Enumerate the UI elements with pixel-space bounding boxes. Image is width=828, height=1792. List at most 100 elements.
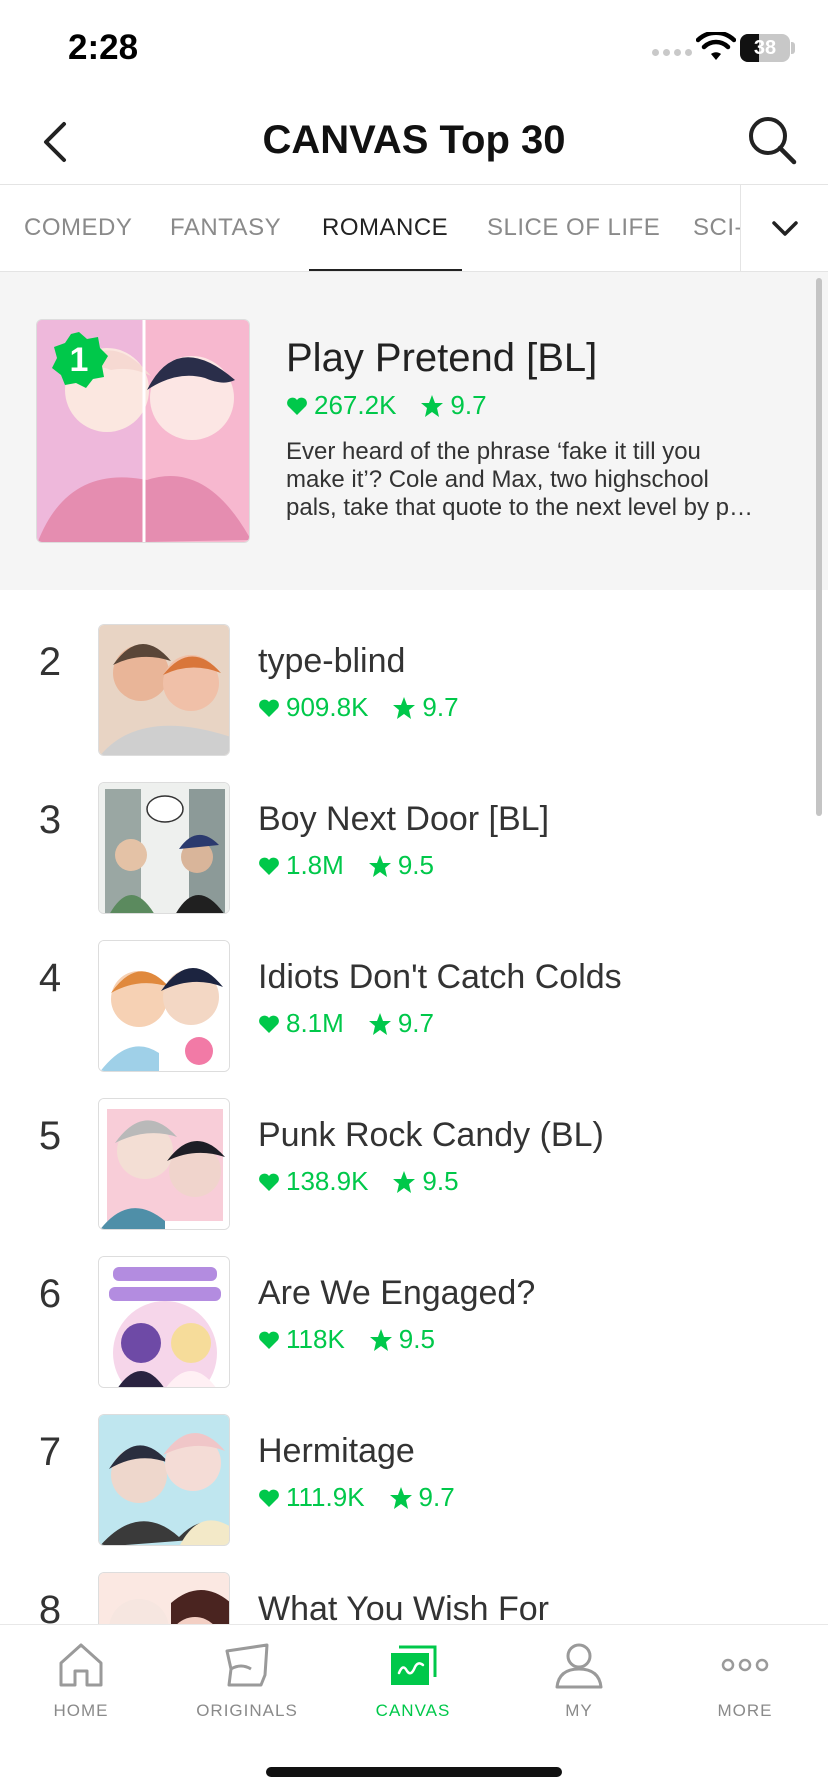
- likes-count: 1.8M: [286, 850, 344, 880]
- nav-more[interactable]: MORE: [670, 1639, 820, 1739]
- series-title: Hermitage: [258, 1432, 415, 1470]
- series-title: Punk Rock Candy (BL): [258, 1116, 604, 1154]
- nav-originals[interactable]: ORIGINALS: [172, 1639, 322, 1739]
- cover-art: [99, 1415, 229, 1545]
- description-line: Ever heard of the phrase ‘fake it till y…: [286, 438, 701, 465]
- nav-label: CANVAS: [375, 1701, 451, 1720]
- series-stats: 111.9K 9.7: [258, 1482, 455, 1513]
- series-stats: 118K 9.5: [258, 1324, 435, 1355]
- likes-count: 8.1M: [286, 1008, 344, 1038]
- rank-number: 4: [38, 956, 62, 1000]
- rating-value: 9.7: [450, 390, 487, 420]
- series-title: Are We Engaged?: [258, 1274, 536, 1312]
- status-time: 2:28: [68, 28, 139, 67]
- home-icon: [59, 1643, 103, 1687]
- series-thumbnail: [98, 1414, 230, 1546]
- person-icon: [555, 1643, 603, 1689]
- home-indicator[interactable]: [266, 1767, 562, 1777]
- series-title: What You Wish For: [258, 1590, 550, 1624]
- rating-value: 9.5: [397, 850, 434, 880]
- cellular-signal-icon: [652, 49, 692, 59]
- top-bar: CANVAS Top 30: [0, 100, 828, 184]
- star-icon: [368, 1012, 391, 1035]
- heart-icon: [287, 397, 307, 415]
- tab-fantasy[interactable]: FANTASY: [170, 185, 281, 271]
- chevron-down-icon: [772, 221, 798, 236]
- list-item[interactable]: 5 Punk Rock Candy (BL) 138.9K 9.5: [0, 1064, 828, 1230]
- series-stats: 909.8K 9.7: [258, 692, 459, 723]
- battery-icon: 38: [740, 34, 790, 62]
- star-icon: [393, 696, 416, 719]
- series-title: type-blind: [258, 642, 406, 680]
- likes-count: 138.9K: [286, 1166, 369, 1196]
- likes-count: 267.2K: [314, 390, 397, 420]
- series-title: Boy Next Door [BL]: [258, 800, 550, 838]
- canvas-icon: [391, 1645, 437, 1685]
- list-item[interactable]: 6 Are We Engaged? 118K 9.5: [0, 1222, 828, 1388]
- cover-art: [99, 941, 229, 1071]
- cover-art: [99, 1573, 229, 1624]
- wifi-icon: [696, 32, 736, 60]
- cover-art: [99, 1099, 229, 1229]
- scrollbar[interactable]: [816, 278, 822, 816]
- rating-value: 9.5: [422, 1166, 459, 1196]
- list-item[interactable]: 4 Idiots Don't Catch Colds 8.1M 9.7: [0, 906, 828, 1072]
- rank-number: 6: [38, 1272, 62, 1316]
- series-thumbnail: [98, 1572, 230, 1624]
- heart-icon: [259, 1173, 279, 1191]
- heart-icon: [259, 699, 279, 717]
- rating-value: 9.7: [422, 692, 459, 722]
- series-thumbnail: [98, 782, 230, 914]
- list-item[interactable]: 8 What You Wish For: [0, 1538, 828, 1624]
- series-stats: 267.2K 9.7: [286, 390, 487, 421]
- rating-value: 9.5: [398, 1324, 435, 1354]
- star-icon: [421, 394, 444, 417]
- rank-number: 3: [38, 798, 62, 842]
- list-item[interactable]: 3 Boy Next Door [BL] 1.8M 9.5: [0, 748, 828, 914]
- star-icon: [368, 854, 391, 877]
- heart-icon: [259, 1331, 279, 1349]
- rank-number: 5: [38, 1114, 62, 1158]
- tab-romance[interactable]: ROMANCE: [308, 185, 463, 271]
- nav-canvas[interactable]: CANVAS: [338, 1639, 488, 1739]
- series-title: Play Pretend [BL]: [286, 336, 598, 380]
- series-thumbnail: [98, 1256, 230, 1388]
- featured-rank-1[interactable]: 1 Play Pretend [BL] 267.2K 9.7 Ever hear…: [0, 272, 828, 590]
- genre-tabs: COMEDY FANTASY ROMANCE SLICE OF LIFE SCI…: [0, 184, 828, 272]
- nav-my[interactable]: MY: [504, 1639, 654, 1739]
- likes-count: 118K: [286, 1324, 345, 1354]
- rank-number: 7: [38, 1430, 62, 1474]
- nav-label: ORIGINALS: [196, 1701, 298, 1720]
- more-icon: [721, 1658, 769, 1672]
- tab-slice-of-life[interactable]: SLICE OF LIFE: [487, 185, 660, 271]
- nav-label: MORE: [717, 1701, 773, 1720]
- series-stats: 1.8M 9.5: [258, 850, 434, 881]
- heart-icon: [259, 857, 279, 875]
- battery-tip: [791, 42, 795, 54]
- likes-count: 909.8K: [286, 692, 369, 722]
- list-item[interactable]: 2 type-blind 909.8K 9.7: [0, 590, 828, 756]
- battery-percent: 38: [753, 37, 777, 59]
- heart-icon: [259, 1489, 279, 1507]
- rating-value: 9.7: [418, 1482, 455, 1512]
- nav-home[interactable]: HOME: [6, 1639, 156, 1739]
- list-item[interactable]: 7 Hermitage 111.9K 9.7: [0, 1380, 828, 1546]
- star-icon: [393, 1170, 416, 1193]
- series-thumbnail: [98, 624, 230, 756]
- series-thumbnail: 1: [36, 319, 250, 543]
- expand-genres-button[interactable]: [740, 185, 828, 271]
- nav-label: HOME: [53, 1701, 109, 1720]
- rank-number: 2: [38, 640, 62, 684]
- search-icon[interactable]: [746, 114, 798, 166]
- ranking-list: 2 type-blind 909.8K 9.7 3 Boy Next Door …: [0, 590, 828, 1624]
- heart-icon: [259, 1015, 279, 1033]
- likes-count: 111.9K: [286, 1482, 365, 1512]
- cover-art: [99, 625, 229, 755]
- series-thumbnail: [98, 940, 230, 1072]
- originals-icon: [225, 1643, 269, 1687]
- nav-label: MY: [565, 1701, 593, 1720]
- series-stats: 8.1M 9.7: [258, 1008, 434, 1039]
- tab-comedy[interactable]: COMEDY: [24, 185, 132, 271]
- rank-number: 1: [69, 341, 89, 379]
- status-bar: 2:28 38: [0, 0, 828, 100]
